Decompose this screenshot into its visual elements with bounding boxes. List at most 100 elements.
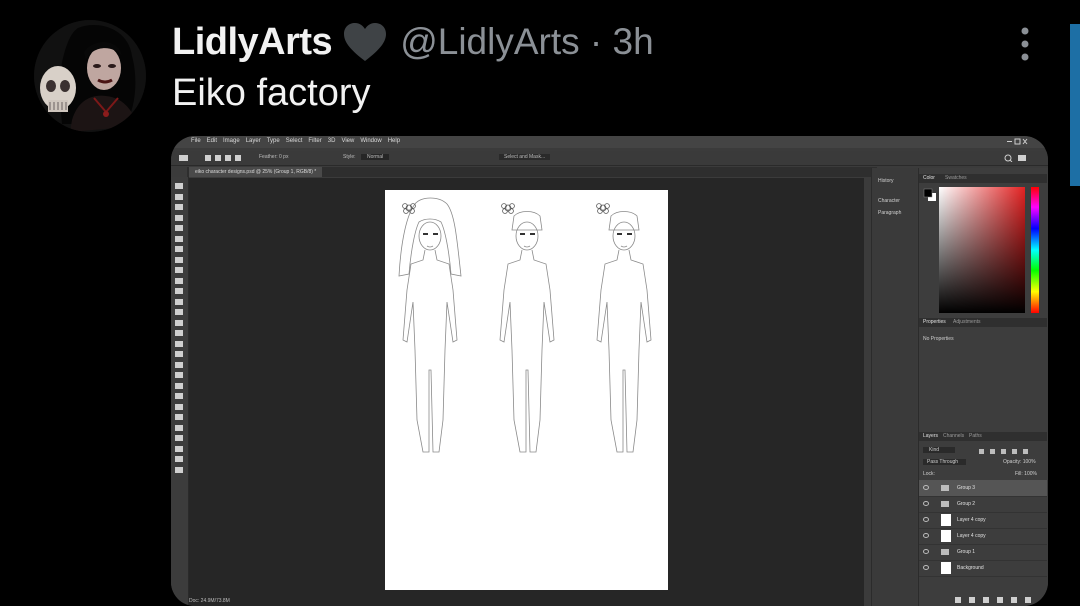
ps-fill-field[interactable]: Fill: 100% (1015, 471, 1037, 477)
ps-menu-item[interactable]: Edit (207, 138, 217, 144)
ps-channels-tab[interactable]: Channels (943, 433, 964, 439)
visibility-eye-icon[interactable] (923, 549, 929, 554)
ps-tool-icon[interactable] (175, 456, 183, 462)
ps-character-panel-button[interactable]: Character (878, 198, 900, 204)
ps-layer-name: Group 2 (957, 501, 976, 507)
ps-menu-item[interactable]: Type (267, 138, 280, 144)
ps-document-tabbar: eiko character designs.psd @ 25% (Group … (187, 167, 877, 177)
ps-paths-tab[interactable]: Paths (969, 433, 982, 439)
ps-layer-name: Group 1 (957, 549, 976, 555)
folder-icon (941, 485, 949, 491)
ps-menu-item[interactable]: Help (388, 138, 400, 144)
ps-tool-icon[interactable] (175, 403, 183, 410)
ps-layer-row[interactable]: Group 3 (919, 480, 1047, 497)
ps-tool-icon[interactable] (175, 351, 183, 357)
visibility-eye-icon[interactable] (923, 501, 929, 506)
ps-layer-row[interactable]: Background (919, 560, 1047, 577)
ps-menu-item[interactable]: View (341, 138, 354, 144)
ps-layer-name: Layer 4 copy (957, 533, 986, 539)
ps-tool-icon[interactable] (175, 319, 183, 326)
ps-layers-panel-header: Layers Channels Paths (919, 432, 1047, 441)
ps-menubar: File Edit Image Layer Type Select Filter 3D View… (171, 136, 1048, 148)
handle-and-time[interactable]: @LidlyArts · 3h (400, 21, 653, 63)
ps-tool-icon[interactable] (175, 214, 183, 221)
ps-tool-icon[interactable] (175, 193, 183, 200)
layer-thumbnail (941, 530, 951, 542)
ps-tool-icon[interactable] (175, 246, 183, 252)
ps-blend-mode-select[interactable]: Pass Through (923, 459, 967, 465)
ps-color-picker-field[interactable] (939, 187, 1025, 313)
ps-tool-icon[interactable] (175, 309, 183, 315)
ps-layer-row[interactable]: Layer 4 copy (919, 528, 1047, 545)
ps-right-panels: Color Swatches Properties Adjustments No… (918, 168, 1048, 606)
ps-tool-icon[interactable] (175, 393, 183, 399)
character-sketches-image (398, 197, 652, 453)
ps-paragraph-panel-button[interactable]: Paragraph (878, 210, 901, 216)
ps-hue-slider[interactable] (1031, 187, 1039, 313)
ps-layer-row[interactable]: Group 1 (919, 544, 1047, 561)
ps-properties-panel-header: Properties Adjustments (919, 318, 1047, 327)
visibility-eye-icon[interactable] (923, 517, 929, 522)
ps-properties-tab[interactable]: Properties (923, 319, 946, 325)
avatar-portrait-image (34, 20, 146, 132)
ps-layer-actions-icons[interactable] (955, 596, 1045, 604)
ps-menu-item[interactable]: 3D (328, 138, 336, 144)
ps-tool-icon[interactable] (175, 256, 183, 263)
ps-tool-icon[interactable] (175, 414, 183, 420)
ps-style-label: Style: (343, 154, 356, 160)
ps-tool-icon[interactable] (175, 288, 183, 294)
ps-tool-icon[interactable] (175, 225, 183, 231)
ps-fg-bg-color-swatch[interactable] (923, 188, 937, 202)
ps-tool-icon[interactable] (175, 382, 183, 389)
ps-menu-item[interactable]: Window (360, 138, 381, 144)
ps-collapsed-panels: History Character Paragraph (871, 168, 917, 606)
ps-search-icon[interactable] (1004, 154, 1030, 162)
ps-tool-icon[interactable] (175, 424, 183, 431)
visibility-eye-icon[interactable] (923, 533, 929, 538)
ps-menu-item[interactable]: Layer (246, 138, 261, 144)
profile-avatar[interactable] (34, 20, 146, 132)
ps-history-panel-button[interactable]: History (878, 178, 894, 184)
ps-tool-icon[interactable] (175, 435, 183, 441)
ps-tool-icon[interactable] (175, 372, 183, 378)
ps-tools-panel (171, 177, 189, 606)
ps-color-tab[interactable]: Color (923, 175, 935, 181)
ps-layer-name: Layer 4 copy (957, 517, 986, 523)
ps-lock-label: Lock: (923, 471, 935, 477)
layer-thumbnail (941, 514, 951, 526)
more-options-icon[interactable] (1014, 24, 1036, 64)
ps-menu-item[interactable]: File (191, 138, 201, 144)
ps-window-controls-icon (1007, 138, 1028, 145)
ps-tool-icon[interactable] (175, 183, 183, 189)
ps-feather-field[interactable]: Feather: 0 px (259, 154, 288, 160)
ps-tool-icon[interactable] (175, 466, 183, 473)
ps-tool-icon[interactable] (175, 445, 183, 452)
ps-tool-icon[interactable] (175, 267, 183, 273)
ps-opacity-field[interactable]: Opacity: 100% (1003, 459, 1036, 465)
ps-menu-item[interactable]: Select (286, 138, 303, 144)
ps-menu-item[interactable]: Image (223, 138, 240, 144)
ps-tool-icon[interactable] (175, 361, 183, 368)
visibility-eye-icon[interactable] (923, 565, 929, 570)
ps-style-select[interactable]: Normal (361, 154, 390, 160)
ps-adjustments-tab[interactable]: Adjustments (953, 319, 981, 325)
ps-tool-icon[interactable] (175, 330, 183, 336)
visibility-eye-icon[interactable] (923, 485, 929, 490)
ps-select-and-mask-button[interactable]: Select and Mask... (499, 154, 551, 160)
ps-tool-icon[interactable] (175, 204, 183, 210)
tweet-media-photoshop-screenshot[interactable]: File Edit Image Layer Type Select Filter 3D View… (171, 136, 1048, 606)
ps-doc-tab[interactable]: eiko character designs.psd @ 25% (Group … (189, 167, 323, 177)
ps-layers-tab[interactable]: Layers (923, 433, 938, 439)
ps-document-canvas[interactable] (385, 190, 668, 590)
ps-layer-row[interactable]: Layer 4 copy (919, 512, 1047, 529)
ps-layer-kind-filter[interactable]: Kind (923, 447, 956, 453)
ps-layer-row[interactable]: Group 2 (919, 496, 1047, 513)
ps-menu-item[interactable]: Filter (308, 138, 321, 144)
ps-tool-icon[interactable] (175, 235, 183, 242)
ps-tool-icon[interactable] (175, 298, 183, 305)
display-name[interactable]: LidlyArts (172, 21, 333, 64)
ps-layer-filter-icons[interactable] (979, 448, 1041, 455)
ps-tool-icon[interactable] (175, 340, 183, 347)
ps-swatches-tab[interactable]: Swatches (945, 175, 967, 181)
ps-tool-icon[interactable] (175, 277, 183, 284)
